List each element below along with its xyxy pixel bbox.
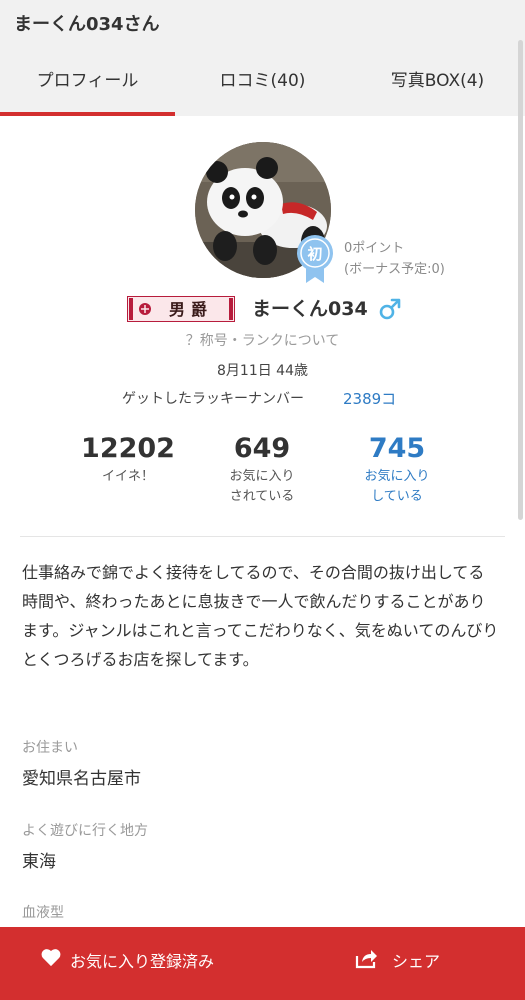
top-bar: まーくん034さん [0, 0, 525, 44]
residence-value: 愛知県名古屋市 [22, 769, 141, 789]
stat-favorited: 649 お気に入り されている [202, 432, 322, 507]
tab-photos[interactable]: 写真BOX(4) [350, 44, 525, 116]
favoriting-label-line1[interactable]: お気に入り [337, 467, 457, 487]
username: まーくん034 [252, 298, 368, 320]
points-info: 0ポイント (ボーナス予定:0) [344, 238, 445, 280]
tab-bar: プロフィール ロコミ(40) 写真BOX(4) [0, 44, 525, 116]
active-tab-indicator [0, 112, 175, 116]
likes-label: イイネ！ [101, 469, 154, 484]
rank-title-badge[interactable]: 男爵 [127, 296, 235, 322]
beginner-badge-icon: 初 [295, 232, 335, 284]
favoriting-count[interactable]: 745 [337, 432, 457, 466]
lucky-number-link[interactable]: 2389コ [343, 388, 396, 409]
favorited-label-line1: お気に入り [229, 469, 295, 484]
bonus-points: (ボーナス予定:0) [344, 262, 445, 277]
page-title: まーくん034さん [14, 14, 160, 35]
likes-count: 12202 [81, 433, 175, 464]
bottom-action-bar: お気に入り登録済み シェア [0, 927, 525, 1000]
stat-favoriting[interactable]: 745 お気に入り している [337, 432, 457, 507]
favorited-label-line2: されている [229, 489, 295, 504]
birthday-age: 8月11日 44歳 [217, 363, 308, 379]
share-label: シェア [392, 952, 441, 971]
divider [20, 536, 505, 537]
badge-text: 初 [307, 245, 322, 263]
region-value: 東海 [22, 852, 56, 872]
tab-reviews[interactable]: ロコミ(40) [175, 44, 350, 116]
share-button[interactable]: シェア [262, 927, 525, 990]
rank-title-text: 男爵 [169, 300, 213, 319]
region-label: よく遊びに行く地方 [22, 823, 148, 839]
favorited-count: 649 [233, 433, 291, 464]
favorite-label: お気に入り登録済み [70, 952, 215, 971]
scrollbar[interactable] [518, 40, 523, 520]
tab-profile[interactable]: プロフィール [0, 44, 175, 116]
residence-label: お住まい [22, 740, 78, 756]
favorite-button[interactable]: お気に入り登録済み [0, 927, 262, 990]
heart-icon [41, 949, 61, 967]
rank-help-link[interactable]: ？称号・ランクについて [0, 330, 525, 350]
share-icon [355, 950, 377, 969]
points-value: 0ポイント [344, 241, 405, 256]
favoriting-label-line2[interactable]: している [337, 487, 457, 507]
stat-likes: 12202 イイネ！ [68, 432, 188, 487]
lucky-number-label: ゲットしたラッキーナンバー [122, 391, 304, 407]
male-icon [378, 297, 402, 321]
blood-type-label: 血液型 [22, 905, 64, 921]
bio-text: 仕事絡みで錦でよく接待をしてるので、その合間の抜け出してる時間や、終わったあとに… [22, 563, 499, 669]
